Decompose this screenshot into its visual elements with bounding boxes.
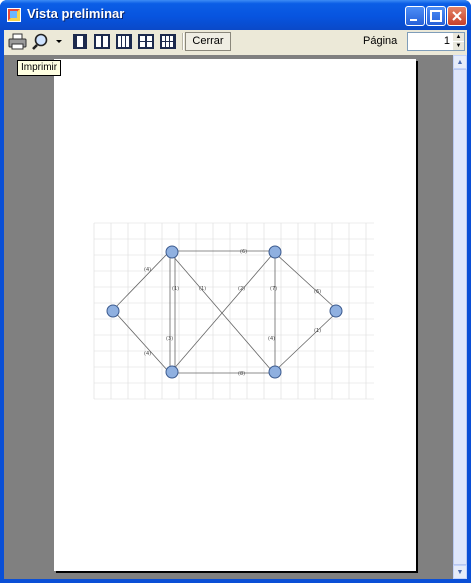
edge-label: (1) (314, 328, 321, 334)
spin-up-button[interactable]: ▲ (453, 33, 464, 41)
page-label: Página (363, 35, 398, 47)
client-area: Cerrar Página 1 ▲ ▼ (4) (4) (6) (1) (1) … (4, 30, 467, 579)
edge-5-6 (274, 313, 336, 372)
network-diagram: (4) (4) (6) (1) (1) (2) (7) (6) (3) (4) … (93, 222, 374, 400)
printer-icon (8, 33, 27, 50)
page-number-value: 1 (443, 35, 450, 47)
spin-buttons: ▲ ▼ (453, 33, 464, 50)
edge-labels: (4) (4) (6) (1) (1) (2) (7) (6) (3) (4) … (144, 249, 321, 377)
edge-1-2 (112, 252, 169, 311)
edge-label: (6) (240, 249, 247, 255)
minimize-button[interactable] (405, 6, 425, 26)
close-icon (452, 11, 462, 21)
preview-area[interactable]: (4) (4) (6) (1) (1) (2) (7) (6) (3) (4) … (4, 55, 453, 579)
page-number-stepper[interactable]: 1 ▲ ▼ (407, 32, 465, 51)
three-pages-icon[interactable] (115, 33, 134, 50)
edge-label: (2) (238, 286, 245, 292)
edge-label: (8) (238, 371, 245, 377)
minimize-icon (410, 19, 417, 21)
edge-label: (7) (270, 286, 277, 292)
four-pages-icon[interactable] (137, 33, 156, 50)
scroll-thumb[interactable] (453, 69, 467, 565)
six-pages-icon[interactable] (159, 33, 178, 50)
toolbar: Cerrar Página 1 ▲ ▼ (4, 30, 467, 54)
print-button[interactable] (7, 32, 29, 51)
node-3 (165, 365, 179, 379)
window-title: Vista preliminar (27, 6, 125, 21)
spin-down-button[interactable]: ▼ (453, 42, 464, 50)
maximize-button[interactable] (426, 6, 446, 26)
node-6 (329, 304, 343, 318)
scroll-down-button[interactable]: ▼ (453, 565, 467, 579)
chevron-down-icon (56, 40, 62, 43)
edge-label: (6) (314, 289, 321, 295)
maximize-icon (430, 10, 442, 22)
node-2 (165, 245, 179, 259)
print-tooltip: Imprimir (17, 60, 62, 76)
node-1 (106, 304, 120, 318)
edge-label: (4) (144, 267, 151, 273)
title-bar[interactable]: Vista preliminar (0, 0, 471, 30)
edge-label: (4) (268, 336, 275, 342)
two-pages-icon[interactable] (93, 33, 112, 50)
node-4 (268, 245, 282, 259)
node-5 (268, 365, 282, 379)
edge-4-6 (274, 252, 336, 309)
zoom-button[interactable] (31, 32, 65, 51)
app-icon (7, 8, 21, 22)
toolbar-separator (182, 33, 184, 50)
scroll-up-button[interactable]: ▲ (453, 55, 467, 69)
print-preview-window: Vista preliminar Cerrar Página 1 ▲ ▼ (4)… (0, 0, 471, 583)
diagram-nodes (106, 245, 343, 379)
close-window-button[interactable] (447, 6, 467, 26)
vertical-scrollbar[interactable]: ▲ ▼ (453, 55, 467, 579)
one-page-icon[interactable] (71, 33, 90, 50)
edge-label: (3) (166, 336, 173, 342)
magnifier-icon (32, 33, 62, 50)
edge-label: (1) (172, 286, 179, 292)
edge-label: (1) (199, 286, 206, 292)
close-preview-button[interactable]: Cerrar (185, 32, 231, 51)
edge-label: (4) (144, 351, 151, 357)
preview-page: (4) (4) (6) (1) (1) (2) (7) (6) (3) (4) … (54, 59, 416, 571)
